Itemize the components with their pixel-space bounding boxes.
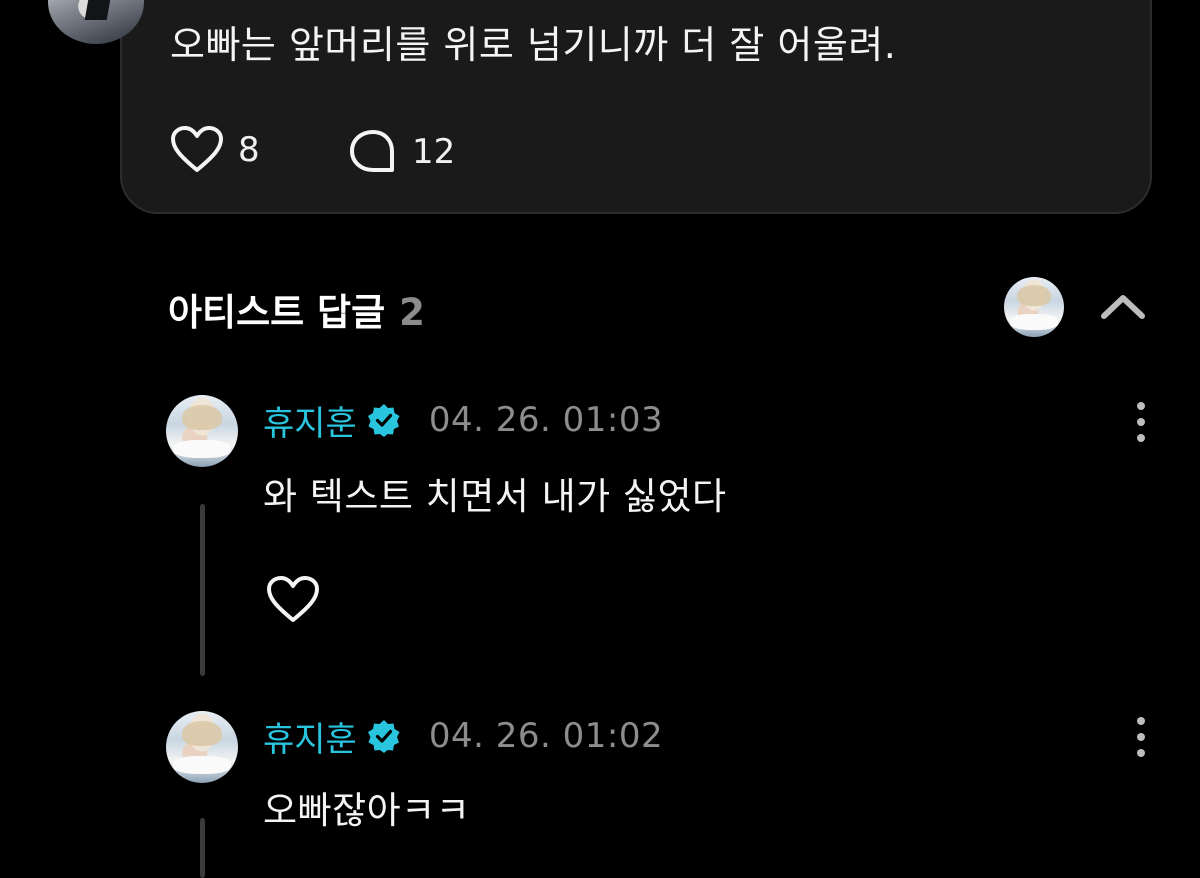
artist-avatar-preview <box>1004 277 1064 337</box>
verified-badge-icon <box>367 720 400 753</box>
reply-avatar[interactable] <box>166 395 238 467</box>
comment-bubble-icon <box>350 130 394 172</box>
post-comment-count: 12 <box>412 132 456 172</box>
reply-text: 오빠잖아ㅋㅋ <box>263 789 471 832</box>
heart-icon <box>267 576 319 622</box>
collapse-button[interactable] <box>1098 288 1148 324</box>
thread-line <box>200 504 205 676</box>
section-title: 아티스트 답글 <box>168 291 386 334</box>
chevron-up-icon <box>1101 295 1145 319</box>
reply-like-button[interactable] <box>266 576 320 628</box>
reply-timestamp: 04. 26. 01:02 <box>428 716 664 756</box>
reply-meta: 휴지훈 04. 26. 01:02 <box>263 712 664 761</box>
reply-author-name[interactable]: 휴지훈 <box>263 712 357 761</box>
more-options-button[interactable] <box>1131 717 1151 757</box>
dot <box>1137 434 1145 442</box>
post-like-button[interactable]: 8 <box>170 126 260 174</box>
artist-replies-header[interactable]: 아티스트 답글 2 <box>168 282 425 336</box>
dot <box>1137 717 1145 725</box>
artist-avatar-image <box>166 711 238 783</box>
section-count: 2 <box>399 291 425 334</box>
verified-badge-icon <box>367 404 400 437</box>
reply-timestamp: 04. 26. 01:03 <box>428 400 664 440</box>
artist-avatar-image <box>166 395 238 467</box>
dot <box>1137 402 1145 410</box>
post-comment-button[interactable]: 12 <box>348 128 455 176</box>
dot <box>1137 418 1145 426</box>
reply-text: 와 텍스트 치면서 내가 싫었다 <box>263 475 727 518</box>
reply-avatar[interactable] <box>166 711 238 783</box>
artist-avatar-image <box>1004 277 1064 337</box>
thread-line <box>200 818 205 878</box>
more-options-button[interactable] <box>1131 402 1151 442</box>
reply-meta: 휴지훈 04. 26. 01:03 <box>263 396 664 445</box>
post-like-count: 8 <box>238 130 260 170</box>
heart-icon <box>171 126 223 172</box>
dot <box>1137 733 1145 741</box>
dot <box>1137 749 1145 757</box>
post-text: 오빠는 앞머리를 위로 넘기니까 더 잘 어울려. <box>170 23 897 67</box>
reply-author-name[interactable]: 휴지훈 <box>263 396 357 445</box>
